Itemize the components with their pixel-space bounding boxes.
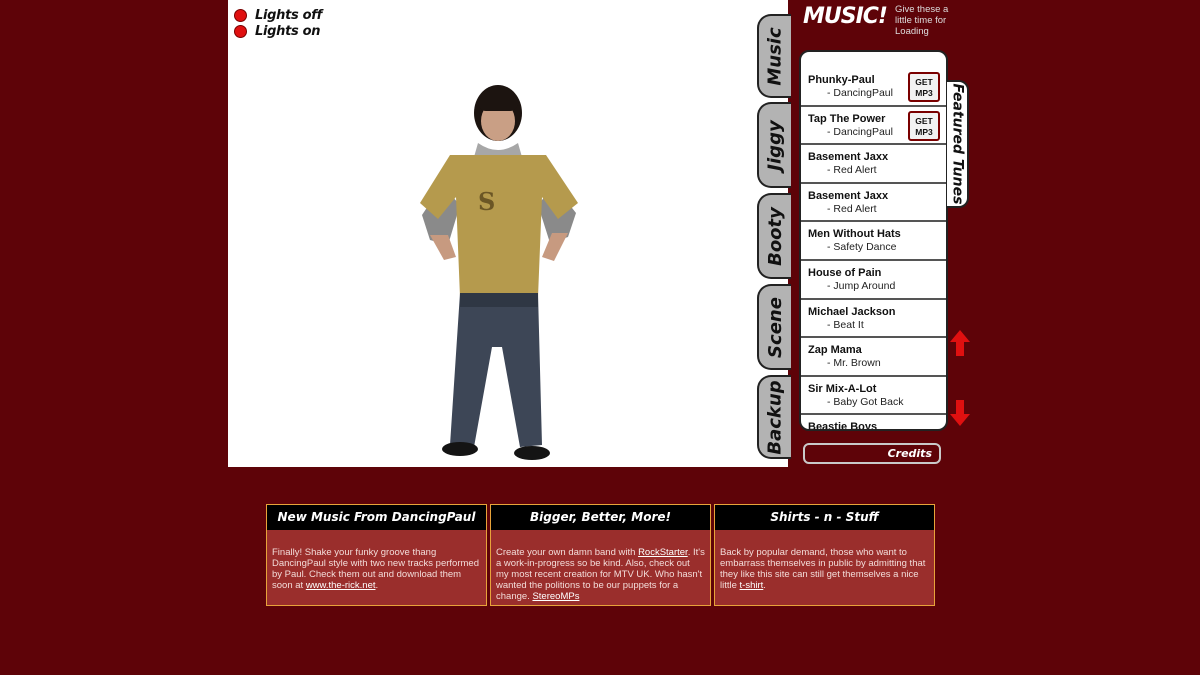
track-artist: Beastie Boys	[808, 421, 878, 431]
tab-featured-tunes[interactable]: Featured Tunes	[947, 80, 969, 208]
track-item[interactable]: Michael Jackson - Beat It	[801, 300, 946, 339]
news-heading: Bigger, Better, More!	[491, 505, 710, 530]
tab-music-label: Music	[764, 26, 786, 86]
tab-scene[interactable]: Scene	[757, 284, 791, 370]
get-mp3-button[interactable]: GET MP3	[908, 110, 940, 141]
tab-music[interactable]: Music	[757, 14, 791, 98]
scroll-up-arrow-icon[interactable]	[950, 330, 970, 356]
stereomps-link[interactable]: StereoMPs	[532, 591, 579, 602]
get-mp3-button[interactable]: GET MP3	[908, 72, 940, 102]
news-box-bigger-better: Bigger, Better, More! Create your own da…	[490, 504, 711, 606]
track-item[interactable]: Sir Mix-A-Lot - Baby Got Back	[801, 377, 946, 416]
track-artist: Men Without Hats	[808, 228, 901, 241]
featured-tab-label: Featured Tunes	[949, 83, 966, 205]
rockstarter-link[interactable]: RockStarter	[638, 547, 688, 558]
get-mp3-label: MP3	[915, 126, 933, 137]
lights-off-button[interactable]: Lights off	[234, 7, 322, 23]
news-body: Back by popular demand, those who want t…	[715, 530, 934, 591]
tab-booty[interactable]: Booty	[757, 193, 791, 279]
news-body: Create your own damn band with RockStart…	[491, 530, 710, 602]
track-title: - Safety Dance	[827, 241, 897, 254]
tab-backup[interactable]: Backup	[757, 375, 791, 459]
svg-text:S: S	[478, 187, 495, 216]
track-artist: Sir Mix-A-Lot	[808, 382, 877, 395]
track-title: - Jump Around	[827, 279, 896, 292]
track-item[interactable]: House of Pain - Jump Around	[801, 261, 946, 300]
dance-stage: Lights off Lights on S	[228, 0, 788, 467]
track-item[interactable]: Basement Jaxx - Red Alert	[801, 145, 946, 184]
track-title: - Mr. Brown	[827, 357, 881, 370]
news-body: Finally! Shake your funky groove thang D…	[267, 530, 486, 591]
music-title: MUSIC!	[803, 4, 888, 29]
track-title: - Red Alert	[827, 164, 877, 177]
the-rick-link[interactable]: www.the-rick.net	[306, 580, 376, 591]
tab-backup-label: Backup	[764, 379, 786, 455]
track-list[interactable]: Phunky-Paul - DancingPaul GET MP3 Tap The…	[799, 50, 948, 431]
track-artist: Michael Jackson	[808, 305, 896, 318]
tab-jiggy[interactable]: Jiggy	[757, 102, 791, 188]
get-mp3-label: GET	[915, 77, 933, 87]
track-item[interactable]: Zap Mama - Mr. Brown	[801, 338, 946, 377]
get-mp3-label: GET	[915, 115, 933, 126]
news-box-shirts: Shirts - n - Stuff Back by popular deman…	[714, 504, 935, 606]
track-title: - Red Alert	[827, 202, 877, 215]
track-item[interactable]: Beastie Boys	[801, 415, 946, 431]
news-text: .	[763, 580, 766, 591]
news-text: .	[375, 580, 379, 591]
red-circle-icon	[234, 24, 247, 38]
track-title: - Beat It	[827, 318, 864, 331]
news-heading: New Music From DancingPaul	[267, 505, 486, 530]
tab-jiggy-label: Jiggy	[764, 119, 786, 171]
dancer-figure: S	[420, 85, 578, 460]
track-artist: Basement Jaxx	[808, 151, 889, 164]
track-artist: Basement Jaxx	[808, 189, 889, 202]
track-title: - Baby Got Back	[827, 395, 904, 408]
track-artist: House of Pain	[808, 266, 882, 279]
track-artist: Zap Mama	[808, 344, 862, 357]
loading-note: Give these a little time for Loading	[895, 4, 949, 37]
tab-scene-label: Scene	[764, 296, 786, 358]
credits-button[interactable]: Credits	[803, 443, 941, 464]
scroll-down-arrow-icon[interactable]	[950, 400, 970, 426]
lights-on-label: Lights on	[255, 23, 321, 39]
lights-on-button[interactable]: Lights on	[234, 23, 322, 39]
track-item[interactable]: Phunky-Paul - DancingPaul GET MP3	[801, 68, 946, 107]
lights-off-label: Lights off	[255, 7, 323, 23]
get-mp3-label: MP3	[915, 88, 933, 98]
tab-booty-label: Booty	[764, 206, 786, 266]
red-circle-icon	[234, 8, 247, 22]
lights-controls: Lights off Lights on	[234, 7, 322, 39]
track-item[interactable]: Men Without Hats - Safety Dance	[801, 222, 946, 261]
news-box-new-music: New Music From DancingPaul Finally! Shak…	[266, 504, 487, 606]
news-heading: Shirts - n - Stuff	[715, 505, 934, 530]
t-shirt-link[interactable]: t-shirt	[740, 580, 764, 591]
news-text: Create your own damn band with	[496, 547, 639, 558]
track-item[interactable]: Basement Jaxx - Red Alert	[801, 184, 946, 223]
track-item[interactable]: Tap The Power - DancingPaul GET MP3	[801, 107, 946, 146]
